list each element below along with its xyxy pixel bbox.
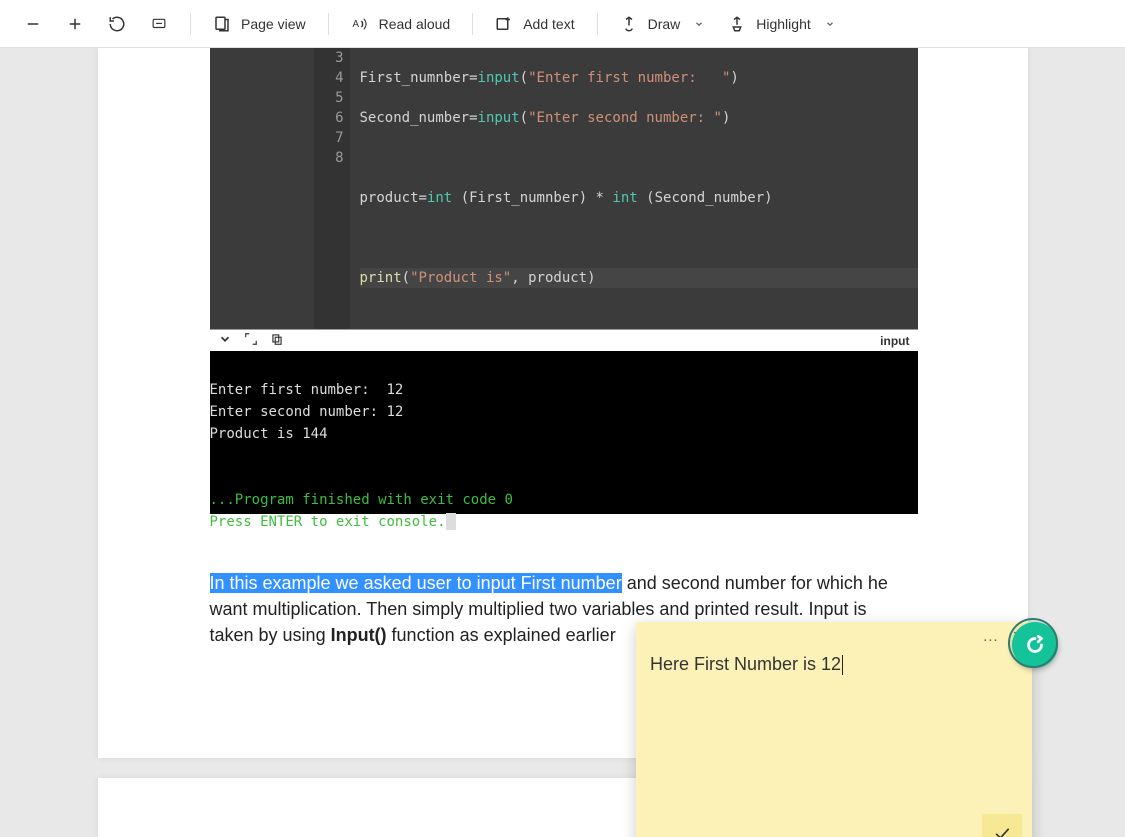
line-no: 6 — [314, 108, 344, 128]
line-no: 5 — [314, 88, 344, 108]
line-no: 7 — [314, 128, 344, 148]
console-line: Enter first number: 12 — [210, 382, 404, 398]
svg-text:A: A — [352, 19, 359, 30]
console-line: Press ENTER to exit console. — [210, 514, 446, 530]
chevron-down-icon[interactable] — [218, 332, 232, 349]
toolbar-separator — [472, 13, 473, 35]
page-view-button[interactable]: Page view — [201, 9, 318, 39]
read-aloud-icon: A — [351, 15, 369, 33]
code-editor: 3 4 5 6 7 8 First_numnber=input("Enter f… — [210, 48, 918, 329]
document-viewport[interactable]: ig. Share. ing tions 3 4 5 6 7 8 — [0, 48, 1125, 837]
text-caret — [842, 655, 843, 675]
pdf-toolbar: Page view A Read aloud Add text Draw Hig… — [0, 0, 1125, 48]
console-cursor — [446, 513, 456, 530]
bold-text: Input() — [331, 625, 387, 645]
page-view-icon — [213, 15, 231, 33]
code-content: First_numnber=input("Enter first number:… — [350, 48, 918, 329]
console-line: Product is 144 — [210, 426, 328, 442]
fit-button[interactable] — [138, 9, 180, 39]
note-confirm-button[interactable] — [982, 814, 1022, 837]
note-menu-button[interactable]: … — [982, 628, 998, 646]
toolbar-separator — [190, 13, 191, 35]
code-screenshot: ig. Share. ing tions 3 4 5 6 7 8 — [210, 48, 918, 514]
gutter: 3 4 5 6 7 8 — [314, 48, 350, 329]
highlight-label: Highlight — [756, 16, 810, 32]
note-content: Here First Number is 12 — [650, 654, 841, 674]
paragraph-text: function as explained earlier — [387, 625, 616, 645]
plus-icon — [66, 15, 84, 33]
note-textarea[interactable]: Here First Number is 12 — [636, 652, 1032, 677]
fit-width-icon — [150, 15, 168, 33]
zoom-out-button[interactable] — [12, 9, 54, 39]
grammarly-badge[interactable] — [1012, 622, 1058, 668]
zoom-in-button[interactable] — [54, 9, 96, 39]
draw-button[interactable]: Draw — [608, 9, 717, 39]
chevron-down-icon — [825, 19, 835, 29]
page-view-label: Page view — [241, 16, 306, 32]
read-aloud-label: Read aloud — [379, 16, 451, 32]
highlighted-text[interactable]: In this example we asked user to input F… — [210, 573, 622, 593]
console-line: Enter second number: 12 — [210, 404, 404, 420]
expand-icon[interactable] — [244, 332, 258, 349]
rotate-button[interactable] — [96, 9, 138, 39]
console-input-label: input — [880, 334, 909, 348]
chevron-down-icon — [694, 19, 704, 29]
rotate-icon — [108, 15, 126, 33]
copy-icon[interactable] — [270, 332, 284, 349]
read-aloud-button[interactable]: A Read aloud — [339, 9, 463, 39]
draw-label: Draw — [648, 16, 681, 32]
line-no: 8 — [314, 148, 344, 168]
toolbar-separator — [328, 13, 329, 35]
line-no: 3 — [314, 48, 344, 68]
toolbar-separator — [597, 13, 598, 35]
console-output: Enter first number: 12 Enter second numb… — [210, 351, 918, 514]
sticky-note[interactable]: … × Here First Number is 12 — [636, 622, 1032, 837]
line-no: 4 — [314, 68, 344, 88]
console-toolbar: input — [210, 329, 918, 351]
draw-icon — [620, 15, 638, 33]
minus-icon — [24, 15, 42, 33]
highlight-icon — [728, 15, 746, 33]
console-line: ...Program finished with exit code 0 — [210, 492, 513, 508]
add-text-icon — [495, 15, 513, 33]
add-text-label: Add text — [523, 16, 574, 32]
add-text-button[interactable]: Add text — [483, 9, 586, 39]
highlight-button[interactable]: Highlight — [716, 9, 846, 39]
note-toolbar: … × — [636, 622, 1032, 652]
